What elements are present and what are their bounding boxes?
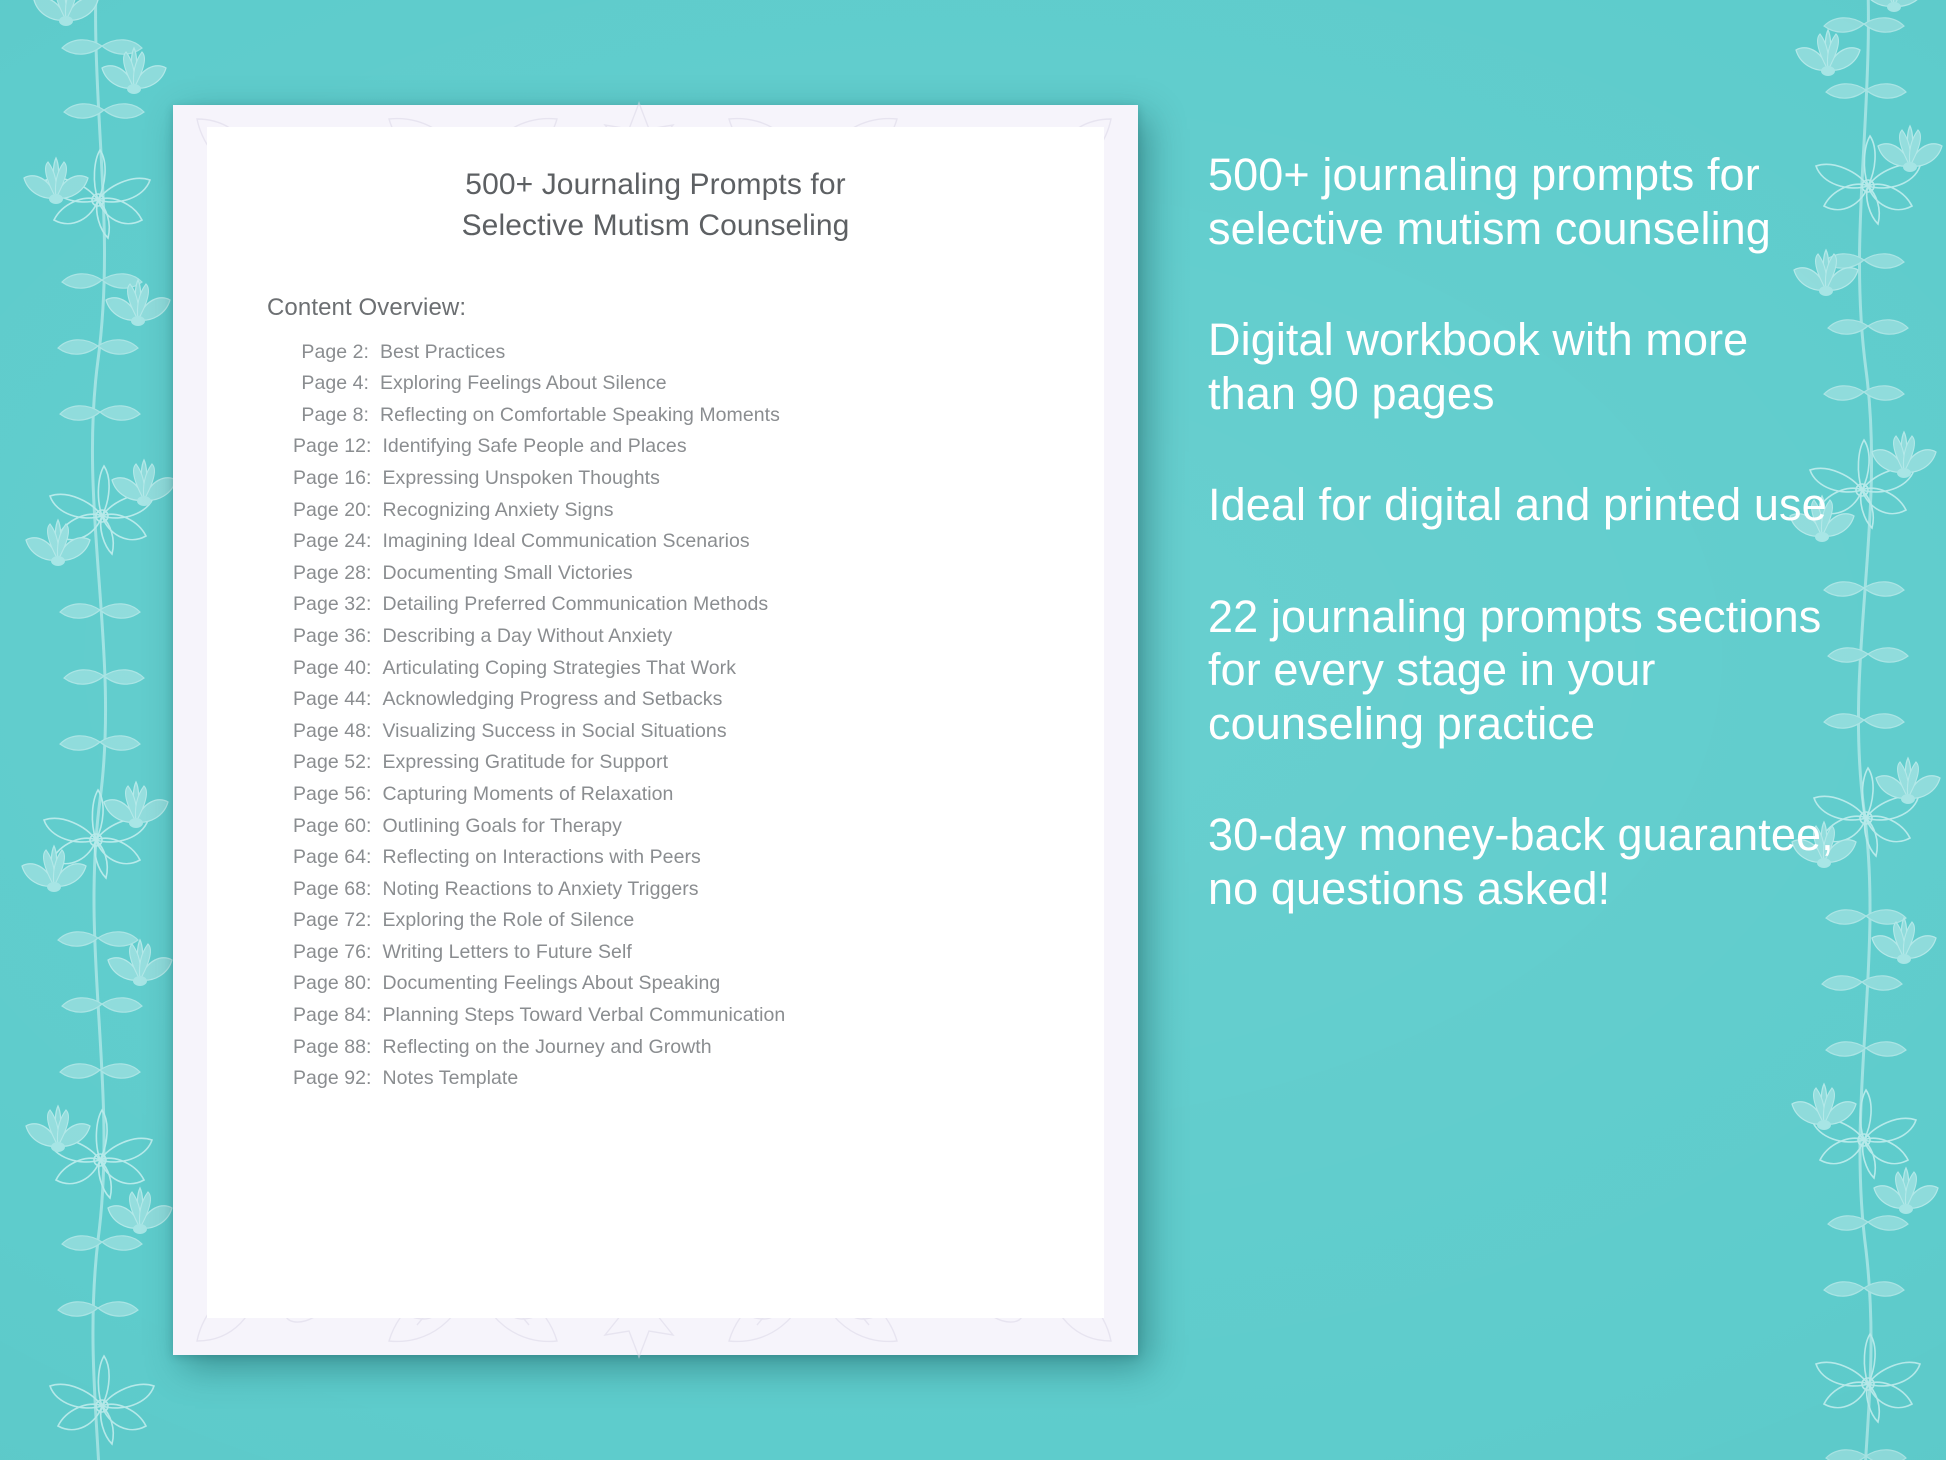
table-of-contents-row: Page 84: Planning Steps Toward Verbal Com… — [293, 1004, 1104, 1036]
toc-page-number: Page 44: — [293, 688, 372, 711]
toc-section-title: Documenting Feelings About Speaking — [382, 972, 721, 995]
toc-section-title: Expressing Gratitude for Support — [382, 751, 669, 774]
toc-section-title: Capturing Moments of Relaxation — [382, 782, 674, 805]
toc-page-number: Page 36: — [293, 624, 372, 647]
table-of-contents-row: Page 8: Reflecting on Comfortable Speakin… — [293, 404, 1104, 436]
table-of-contents-row: Page 28: Documenting Small Victories — [293, 562, 1104, 594]
table-of-contents-row: Page 80: Documenting Feelings About Speak… — [293, 972, 1104, 1004]
table-of-contents-row: Page 52: Expressing Gratitude for Support — [293, 751, 1104, 783]
toc-section-title: Notes Template — [382, 1067, 519, 1090]
table-of-contents-row: Page 64: Reflecting on Interactions with … — [293, 846, 1104, 878]
toc-section-title: Exploring Feelings About Silence — [380, 372, 667, 395]
content-overview-label: Content Overview: — [267, 293, 467, 321]
marketing-feature-text: 30-day money-back guarantee, no question… — [1208, 809, 1834, 914]
toc-section-title: Writing Letters to Future Self — [382, 940, 632, 963]
marketing-feature-text: Ideal for digital and printed use — [1208, 479, 1827, 531]
toc-page-number: Page 76: — [293, 940, 372, 963]
table-of-contents-row: Page 40: Articulating Coping Strategies T… — [293, 657, 1104, 689]
marketing-feature-text: Digital workbook with more than 90 pages — [1208, 314, 1749, 419]
table-of-contents-row: Page 60: Outlining Goals for Therapy — [293, 815, 1104, 847]
toc-page-number: Page 32: — [293, 593, 372, 616]
toc-page-number: Page 8: — [301, 403, 369, 426]
toc-section-title: Visualizing Success in Social Situations — [382, 719, 727, 742]
document-page: 500+ Journaling Prompts for Selective Mu… — [207, 127, 1104, 1318]
toc-section-title: Describing a Day Without Anxiety — [382, 624, 673, 647]
toc-section-title: Documenting Small Victories — [382, 561, 633, 584]
toc-section-title: Detailing Preferred Communication Method… — [382, 593, 769, 616]
table-of-contents-row: Page 56: Capturing Moments of Relaxation — [293, 783, 1104, 815]
toc-page-number: Page 40: — [293, 656, 372, 679]
toc-section-title: Recognizing Anxiety Signs — [382, 498, 614, 521]
table-of-contents-row: Page 72: Exploring the Role of Silence — [293, 909, 1104, 941]
toc-section-title: Articulating Coping Strategies That Work — [382, 656, 737, 679]
toc-section-title: Exploring the Role of Silence — [382, 909, 635, 932]
toc-section-title: Noting Reactions to Anxiety Triggers — [382, 877, 699, 900]
toc-page-number: Page 4: — [301, 372, 369, 395]
table-of-contents-row: Page 48: Visualizing Success in Social Si… — [293, 720, 1104, 752]
toc-page-number: Page 64: — [293, 846, 372, 869]
table-of-contents-row: Page 44: Acknowledging Progress and Setba… — [293, 688, 1104, 720]
toc-page-number: Page 68: — [293, 877, 372, 900]
table-of-contents-row: Page 4: Exploring Feelings About Silence — [293, 372, 1104, 404]
table-of-contents-row: Page 76: Writing Letters to Future Self — [293, 941, 1104, 973]
product-listing-image: 500+ Journaling Prompts for Selective Mu… — [0, 0, 1946, 1460]
toc-page-number: Page 48: — [293, 719, 372, 742]
toc-page-number: Page 20: — [293, 498, 372, 521]
toc-page-number: Page 12: — [293, 435, 372, 458]
toc-page-number: Page 28: — [293, 561, 372, 584]
toc-page-number: Page 16: — [293, 466, 372, 489]
toc-page-number: Page 56: — [293, 782, 372, 805]
table-of-contents-row: Page 24: Imagining Ideal Communication Sc… — [293, 530, 1104, 562]
table-of-contents-row: Page 16: Expressing Unspoken Thoughts — [293, 467, 1104, 499]
marketing-feature-list: 500+ journaling prompts for selective mu… — [1208, 148, 1848, 915]
marketing-feature-text: 500+ journaling prompts for selective mu… — [1208, 149, 1771, 254]
toc-page-number: Page 84: — [293, 1004, 372, 1027]
toc-page-number: Page 88: — [293, 1035, 372, 1058]
table-of-contents-row: Page 36: Describing a Day Without Anxiety — [293, 625, 1104, 657]
toc-section-title: Outlining Goals for Therapy — [382, 814, 622, 837]
marketing-feature-text: 22 journaling prompts sections for every… — [1208, 590, 1822, 749]
document-title-line-2: Selective Mutism Counseling — [461, 208, 850, 242]
toc-page-number: Page 52: — [293, 751, 372, 774]
toc-page-number: Page 24: — [293, 530, 372, 553]
toc-section-title: Imagining Ideal Communication Scenarios — [382, 530, 750, 553]
toc-section-title: Best Practices — [380, 340, 506, 363]
toc-section-title: Planning Steps Toward Verbal Communicati… — [382, 1004, 786, 1027]
table-of-contents-row: Page 92: Notes Template — [293, 1067, 1104, 1099]
document-preview-card: 500+ Journaling Prompts for Selective Mu… — [173, 101, 1138, 1359]
toc-page-number: Page 60: — [293, 814, 372, 837]
table-of-contents-row: Page 32: Detailing Preferred Communicatio… — [293, 593, 1104, 625]
document-title: 500+ Journaling Prompts for Selective Mu… — [207, 127, 1104, 247]
toc-page-number: Page 2: — [301, 340, 369, 363]
document-title-line-1: 500+ Journaling Prompts for — [465, 168, 846, 201]
toc-page-number: Page 92: — [293, 1067, 372, 1090]
toc-section-title: Expressing Unspoken Thoughts — [382, 466, 660, 489]
table-of-contents-row: Page 12: Identifying Safe People and Plac… — [293, 435, 1104, 467]
toc-section-title: Reflecting on Comfortable Speaking Momen… — [380, 403, 780, 426]
toc-page-number: Page 72: — [293, 909, 372, 932]
toc-section-title: Acknowledging Progress and Setbacks — [382, 688, 723, 711]
toc-section-title: Reflecting on Interactions with Peers — [382, 846, 701, 869]
toc-section-title: Identifying Safe People and Places — [382, 435, 687, 458]
table-of-contents-row: Page 88: Reflecting on the Journey and Gr… — [293, 1036, 1104, 1068]
toc-page-number: Page 80: — [293, 972, 372, 995]
table-of-contents-row: Page 68: Noting Reactions to Anxiety Trig… — [293, 878, 1104, 910]
floral-vine-left-decoration — [14, 0, 184, 1460]
table-of-contents-list: Page 2: Best Practices Page 4: Exploring Fe… — [207, 322, 1104, 1099]
toc-section-title: Reflecting on the Journey and Growth — [382, 1035, 712, 1058]
table-of-contents-row: Page 2: Best Practices — [293, 341, 1104, 373]
table-of-contents-row: Page 20: Recognizing Anxiety Signs — [293, 499, 1104, 531]
